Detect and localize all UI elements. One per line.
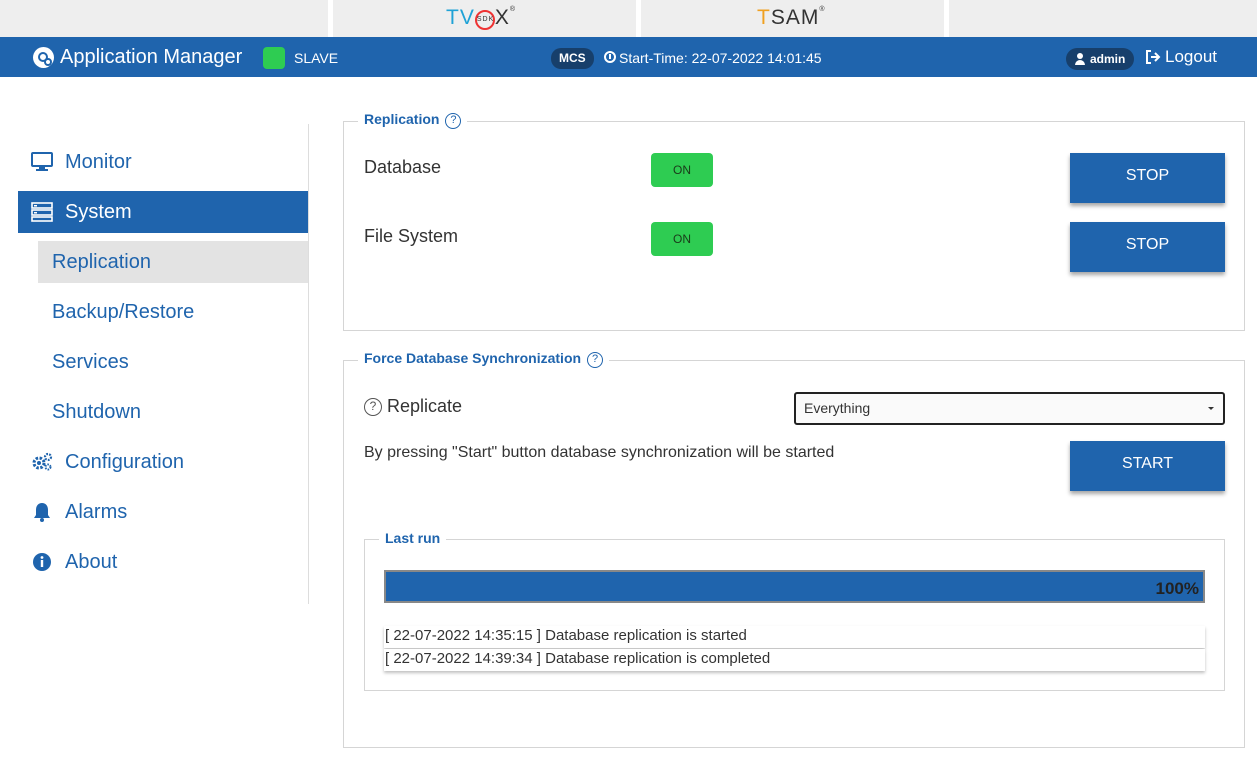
sync-progress-bar: 100% (384, 570, 1205, 603)
sidebar-item-monitor[interactable]: Monitor (18, 141, 308, 183)
gears-icon (31, 452, 53, 472)
tvox-logo: TV SDKX® (446, 6, 517, 30)
help-icon[interactable]: ? (587, 352, 604, 368)
log-line: [ 22-07-2022 14:35:15 ] Database replica… (384, 626, 1205, 648)
sidebar-item-label: About (65, 551, 118, 573)
filesystem-label: File System (364, 226, 459, 246)
sidebar-item-label: System (65, 201, 132, 223)
sidebar-subitem-services[interactable]: Services (38, 341, 308, 383)
start-sync-button[interactable]: START (1070, 441, 1225, 491)
chevron-down-icon (1208, 407, 1214, 410)
role-status-indicator (263, 47, 285, 69)
sidebar: Monitor System Replication Backup/Restor… (18, 124, 309, 604)
sidebar-subitem-backup-restore[interactable]: Backup/Restore (38, 291, 308, 333)
sidebar-item-label: Alarms (65, 501, 128, 523)
sidebar-subitem-label: Backup/Restore (52, 301, 195, 323)
clock-icon (604, 51, 616, 63)
sidebar-item-label: Configuration (65, 451, 184, 473)
database-label: Database (364, 157, 442, 177)
sidebar-subitem-shutdown[interactable]: Shutdown (38, 391, 308, 433)
app-title[interactable]: Application Manager (60, 46, 242, 69)
replicate-select[interactable]: Everything (794, 392, 1225, 425)
sync-progress-label: 100% (1155, 579, 1199, 598)
product-tab-tvox[interactable]: TV SDKX® (333, 0, 636, 37)
logout-icon[interactable] (1145, 49, 1161, 65)
product-tab-tsam[interactable]: TSAM® (641, 0, 944, 37)
replication-legend: Replication? (358, 111, 468, 129)
sidebar-item-system[interactable]: System (18, 191, 308, 233)
sidebar-subitem-replication[interactable]: Replication (38, 241, 308, 283)
sidebar-item-alarms[interactable]: Alarms (18, 491, 308, 533)
bell-icon (31, 502, 53, 522)
sidebar-item-about[interactable]: About (18, 541, 308, 583)
filesystem-status-toggle[interactable]: ON (651, 222, 713, 256)
log-line: [ 22-07-2022 14:39:34 ] Database replica… (384, 649, 1205, 671)
monitor-icon (31, 152, 53, 172)
role-status-label: SLAVE (294, 50, 339, 66)
info-icon (31, 552, 53, 572)
user-badge[interactable]: admin (1066, 48, 1135, 70)
user-name: admin (1090, 52, 1126, 66)
sidebar-item-label: Monitor (65, 151, 132, 173)
database-status-toggle[interactable]: ON (651, 153, 713, 187)
replicate-label: ? Replicate (364, 396, 462, 417)
filesystem-stop-button[interactable]: STOP (1070, 222, 1225, 272)
tsam-logo: TSAM® (757, 6, 826, 29)
start-time: Start-Time: 22-07-2022 14:01:45 (619, 50, 822, 66)
sidebar-item-configuration[interactable]: Configuration (18, 441, 308, 483)
sync-progress-fill (386, 572, 1203, 601)
app-logo-icon (33, 47, 54, 68)
server-icon (31, 202, 53, 222)
product-tab-empty-right (949, 0, 1257, 37)
node-badge: MCS (551, 48, 594, 69)
sidebar-subitem-label: Services (52, 351, 129, 373)
user-icon (1075, 53, 1085, 65)
product-tab-empty-left (0, 0, 328, 37)
help-icon[interactable]: ? (445, 113, 462, 129)
replicate-help-icon[interactable]: ? (364, 398, 382, 416)
product-tabs: TV SDKX® TSAM® (0, 0, 1257, 37)
logout-link[interactable]: Logout (1165, 47, 1217, 67)
app-header: Application Manager SLAVE MCS Start-Time… (0, 37, 1257, 77)
force-sync-legend: Force Database Synchronization? (358, 350, 610, 368)
database-stop-button[interactable]: STOP (1070, 153, 1225, 203)
sync-info-text: By pressing "Start" button database sync… (364, 444, 835, 461)
tvox-o-mark: SDK (474, 10, 495, 30)
replicate-select-value: Everything (804, 400, 871, 416)
sidebar-subitem-label: Replication (52, 251, 151, 273)
last-run-legend: Last run (379, 530, 447, 546)
sidebar-subitem-label: Shutdown (52, 401, 141, 423)
